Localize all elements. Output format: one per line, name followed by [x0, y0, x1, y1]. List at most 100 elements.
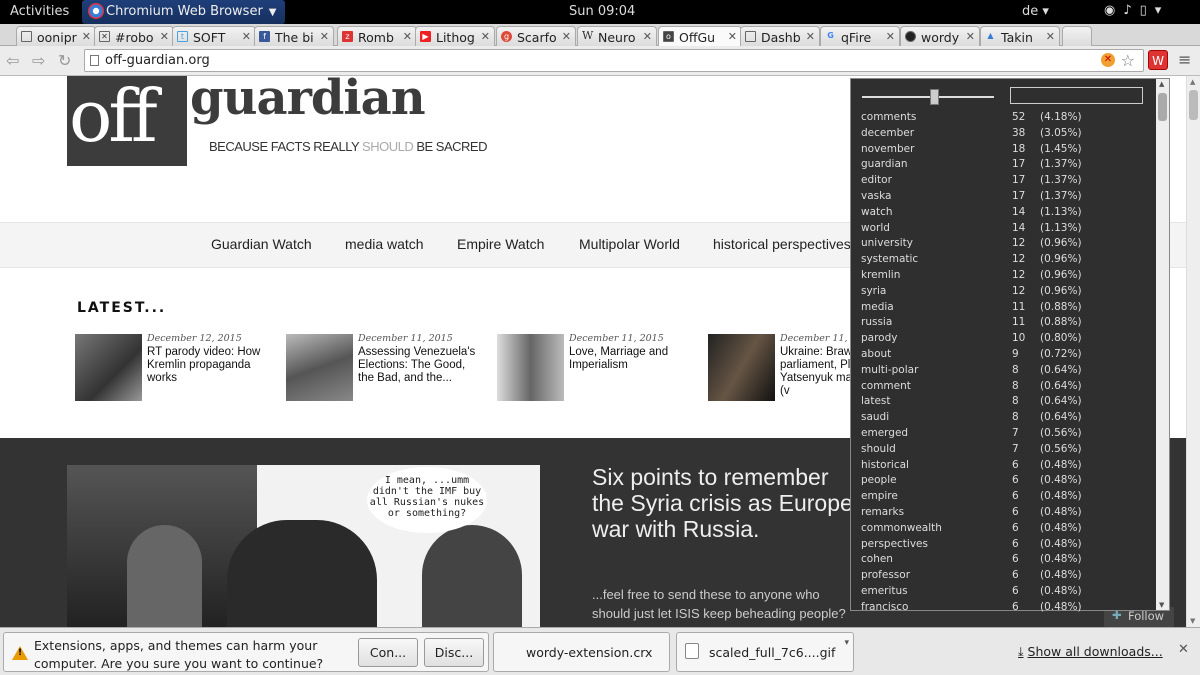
card-title[interactable]: Assessing Venezuela's Elections: The Goo…	[358, 346, 483, 385]
address-bar[interactable]: off-guardian.org ✕ ☆	[84, 49, 1144, 72]
word-row[interactable]: francisco 6 (0.48%)	[861, 601, 1151, 617]
word-row[interactable]: russia 11 (0.88%)	[861, 316, 1151, 332]
word-row[interactable]: historical 6 (0.48%)	[861, 459, 1151, 475]
clock[interactable]: Sun 09:04	[569, 4, 635, 19]
word-row[interactable]: kremlin 12 (0.96%)	[861, 269, 1151, 285]
discard-button[interactable]: Disc...	[424, 638, 484, 667]
tab-12[interactable]: wordy ✕	[900, 26, 980, 46]
word-row[interactable]: empire 6 (0.48%)	[861, 490, 1151, 506]
page-info-icon[interactable]	[90, 55, 99, 66]
scrollbar-thumb[interactable]	[1189, 90, 1198, 120]
close-icon[interactable]: ✕	[320, 30, 329, 43]
word-row[interactable]: guardian 17 (1.37%)	[861, 158, 1151, 174]
tab-11[interactable]: GqFire ✕	[820, 26, 900, 46]
adblock-icon[interactable]: ✕	[1101, 53, 1115, 67]
word-row[interactable]: latest 8 (0.64%)	[861, 395, 1151, 411]
featured-headline[interactable]: Six points to remember the Syria crisis …	[592, 464, 854, 542]
download-item[interactable]: wordy-extension.crx	[493, 632, 670, 672]
scroll-down-icon[interactable]: ▼	[1159, 601, 1164, 609]
threshold-slider-track[interactable]	[862, 96, 994, 98]
tab-9-active[interactable]: o OffGu ✕	[658, 26, 742, 46]
page-scrollbar[interactable]: ▲ ▼	[1186, 76, 1200, 627]
app-menu[interactable]: Chromium Web Browser ▼	[82, 0, 285, 24]
word-row[interactable]: should 7 (0.56%)	[861, 443, 1151, 459]
forward-icon[interactable]: ⇨	[32, 51, 45, 70]
bookmark-star-icon[interactable]: ☆	[1121, 51, 1135, 70]
tab-2[interactable]: ✕ #robo ✕	[94, 26, 174, 46]
close-icon[interactable]: ✕	[886, 30, 895, 43]
latest-card[interactable]: December 12, 2015 RT parody video: How K…	[75, 333, 275, 403]
close-icon[interactable]: ✕	[1178, 642, 1189, 657]
card-thumbnail[interactable]	[75, 334, 142, 401]
tab-10[interactable]: Dashb ✕	[740, 26, 820, 46]
tab-6[interactable]: ▶ Lithog ✕	[415, 26, 495, 46]
close-icon[interactable]: ✕	[1046, 30, 1055, 43]
url-text[interactable]: off-guardian.org	[105, 53, 210, 68]
keyboard-layout[interactable]: de ▾	[1022, 4, 1049, 19]
site-logo-off[interactable]: off	[67, 76, 187, 166]
card-thumbnail[interactable]	[497, 334, 564, 401]
word-row[interactable]: professor 6 (0.48%)	[861, 569, 1151, 585]
nav-historical-perspectives[interactable]: historical perspectives	[713, 236, 851, 252]
filter-input[interactable]	[1010, 87, 1143, 104]
word-row[interactable]: systematic 12 (0.96%)	[861, 253, 1151, 269]
site-logo-guardian[interactable]: guardian	[190, 70, 426, 126]
card-title[interactable]: RT parody video: How Kremlin propaganda …	[147, 346, 272, 385]
close-icon[interactable]: ✕	[728, 30, 737, 43]
word-row[interactable]: remarks 6 (0.48%)	[861, 506, 1151, 522]
word-row[interactable]: people 6 (0.48%)	[861, 474, 1151, 490]
new-tab-button[interactable]	[1062, 26, 1092, 46]
word-row[interactable]: november 18 (1.45%)	[861, 143, 1151, 159]
close-icon[interactable]: ✕	[643, 30, 652, 43]
close-icon[interactable]: ✕	[481, 30, 490, 43]
tab-3[interactable]: t SOFT ✕	[172, 26, 256, 46]
wordy-extension-icon[interactable]: W	[1148, 50, 1168, 70]
featured-image[interactable]: I mean, ...umm didn't the IMF buy all Ru…	[67, 465, 540, 627]
card-title[interactable]: Love, Marriage and Imperialism	[569, 346, 694, 372]
word-row[interactable]: multi-polar 8 (0.64%)	[861, 364, 1151, 380]
word-row[interactable]: parody 10 (0.80%)	[861, 332, 1151, 348]
back-icon[interactable]: ⇦	[6, 51, 19, 70]
word-row[interactable]: december 38 (3.05%)	[861, 127, 1151, 143]
tab-8[interactable]: W Neuro ✕	[577, 26, 657, 46]
scroll-up-icon[interactable]: ▲	[1159, 80, 1164, 88]
word-row[interactable]: commonwealth 6 (0.48%)	[861, 522, 1151, 538]
word-row[interactable]: editor 17 (1.37%)	[861, 174, 1151, 190]
nav-empire-watch[interactable]: Empire Watch	[457, 236, 544, 252]
reload-icon[interactable]: ↻	[58, 51, 71, 70]
scroll-down-icon[interactable]: ▼	[1190, 617, 1195, 625]
word-row[interactable]: comment 8 (0.64%)	[861, 380, 1151, 396]
word-row[interactable]: syria 12 (0.96%)	[861, 285, 1151, 301]
tab-5[interactable]: z Romb ✕	[337, 26, 417, 46]
activities-button[interactable]: Activities	[10, 4, 69, 19]
card-thumbnail[interactable]	[286, 334, 353, 401]
tab-13[interactable]: ▲ Takin ✕	[980, 26, 1060, 46]
close-icon[interactable]: ✕	[403, 30, 412, 43]
card-thumbnail[interactable]	[708, 334, 775, 401]
close-icon[interactable]: ✕	[242, 30, 251, 43]
word-row[interactable]: watch 14 (1.13%)	[861, 206, 1151, 222]
word-row[interactable]: university 12 (0.96%)	[861, 237, 1151, 253]
popup-scrollbar[interactable]: ▲ ▼	[1156, 79, 1169, 610]
latest-card[interactable]: December 11, 2015 Love, Marriage and Imp…	[497, 333, 697, 403]
word-row[interactable]: saudi 8 (0.64%)	[861, 411, 1151, 427]
word-row[interactable]: emeritus 6 (0.48%)	[861, 585, 1151, 601]
word-row[interactable]: media 11 (0.88%)	[861, 301, 1151, 317]
close-icon[interactable]: ✕	[562, 30, 571, 43]
word-row[interactable]: perspectives 6 (0.48%)	[861, 538, 1151, 554]
tab-1[interactable]: oonipr ✕	[16, 26, 96, 46]
scrollbar-thumb[interactable]	[1158, 93, 1167, 121]
word-row[interactable]: cohen 6 (0.48%)	[861, 553, 1151, 569]
nav-guardian-watch[interactable]: Guardian Watch	[211, 236, 312, 252]
close-icon[interactable]: ✕	[806, 30, 815, 43]
word-row[interactable]: about 9 (0.72%)	[861, 348, 1151, 364]
word-row[interactable]: emerged 7 (0.56%)	[861, 427, 1151, 443]
nav-multipolar-world[interactable]: Multipolar World	[579, 236, 680, 252]
download-item[interactable]: scaled_full_7c6....gif ▾	[676, 632, 854, 672]
word-row[interactable]: comments 52 (4.18%)	[861, 111, 1151, 127]
scroll-up-icon[interactable]: ▲	[1190, 78, 1195, 86]
close-icon[interactable]: ✕	[966, 30, 975, 43]
latest-card[interactable]: December 11, 2015 Assessing Venezuela's …	[286, 333, 486, 403]
threshold-slider-handle[interactable]	[929, 89, 939, 105]
show-all-downloads-link[interactable]: ⤓ Show all downloads...	[1018, 644, 1163, 660]
